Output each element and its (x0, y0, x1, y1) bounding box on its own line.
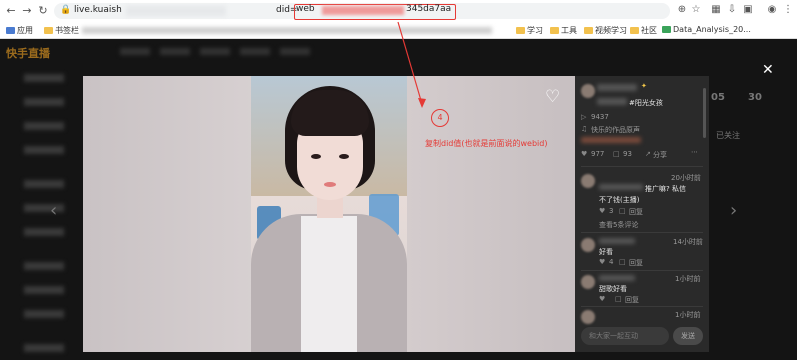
step-number-badge: 4 (431, 109, 449, 127)
annotation-arrow-line (397, 21, 423, 105)
annotation-note: 复制did值(也就是前面说的webid) (425, 139, 548, 148)
annotation-arrow (397, 21, 426, 108)
annotation-arrow-head (418, 98, 426, 108)
